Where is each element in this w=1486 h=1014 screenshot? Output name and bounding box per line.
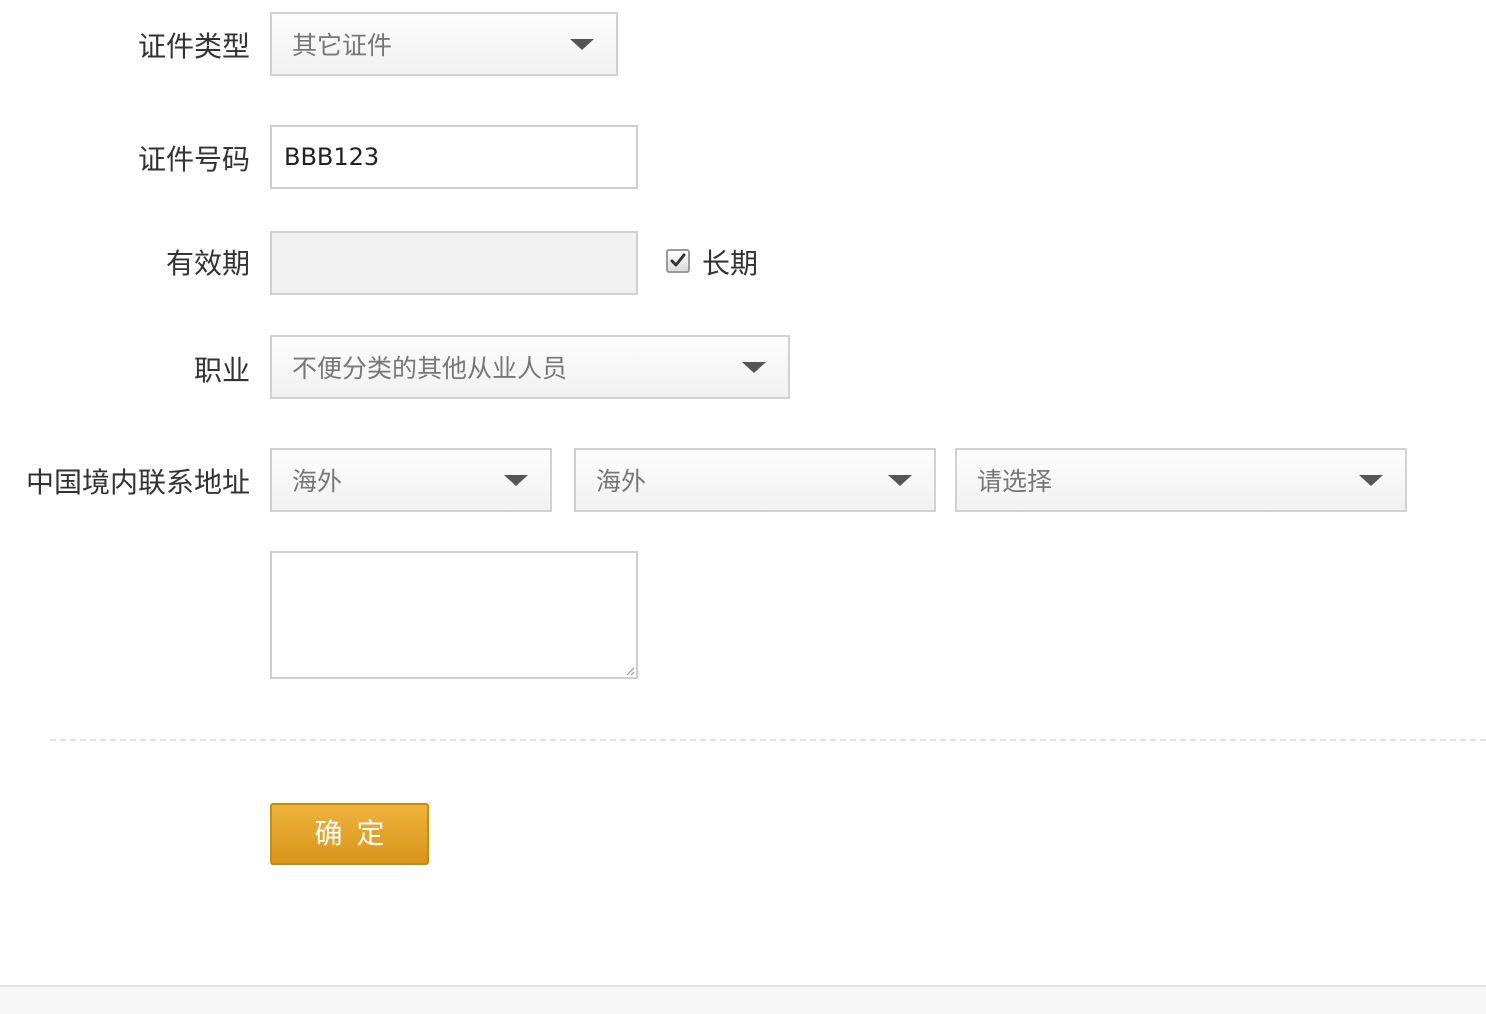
long-term-checkbox[interactable]	[666, 249, 690, 273]
validity-date-input	[270, 231, 638, 295]
address-label: 中国境内联系地址	[25, 466, 250, 499]
chevron-down-icon	[888, 475, 912, 486]
long-term-label[interactable]: 长期	[702, 242, 758, 282]
address-province-select[interactable]: 海外	[270, 448, 552, 512]
form-divider	[50, 739, 1486, 741]
cert-number-input[interactable]	[270, 125, 638, 189]
cert-type-label: 证件类型	[137, 30, 250, 63]
cert-number-label: 证件号码	[137, 143, 250, 176]
chevron-down-icon	[742, 362, 766, 373]
cert-type-value: 其它证件	[292, 31, 393, 60]
chevron-down-icon	[504, 475, 528, 486]
resize-grip-icon[interactable]	[625, 666, 635, 676]
form-page: 证件类型 其它证件 证件号码 有效期 长期 职业 不便分类的其他从业人员 中国境…	[0, 0, 1486, 1014]
confirm-button[interactable]: 确定	[270, 803, 429, 865]
occupation-label: 职业	[193, 354, 250, 387]
address-detail-textarea[interactable]	[270, 551, 638, 679]
validity-label: 有效期	[165, 247, 250, 280]
occupation-select[interactable]: 不便分类的其他从业人员	[270, 335, 790, 399]
address-district-select[interactable]: 请选择	[955, 448, 1407, 512]
city-value: 海外	[596, 467, 647, 496]
address-city-select[interactable]: 海外	[574, 448, 936, 512]
cert-type-select[interactable]: 其它证件	[270, 12, 618, 76]
province-value: 海外	[292, 467, 343, 496]
district-value: 请选择	[977, 467, 1053, 496]
occupation-value: 不便分类的其他从业人员	[292, 354, 568, 383]
chevron-down-icon	[1359, 475, 1383, 486]
checkmark-icon	[670, 253, 686, 267]
chevron-down-icon	[570, 39, 594, 50]
footer	[0, 985, 1486, 1014]
